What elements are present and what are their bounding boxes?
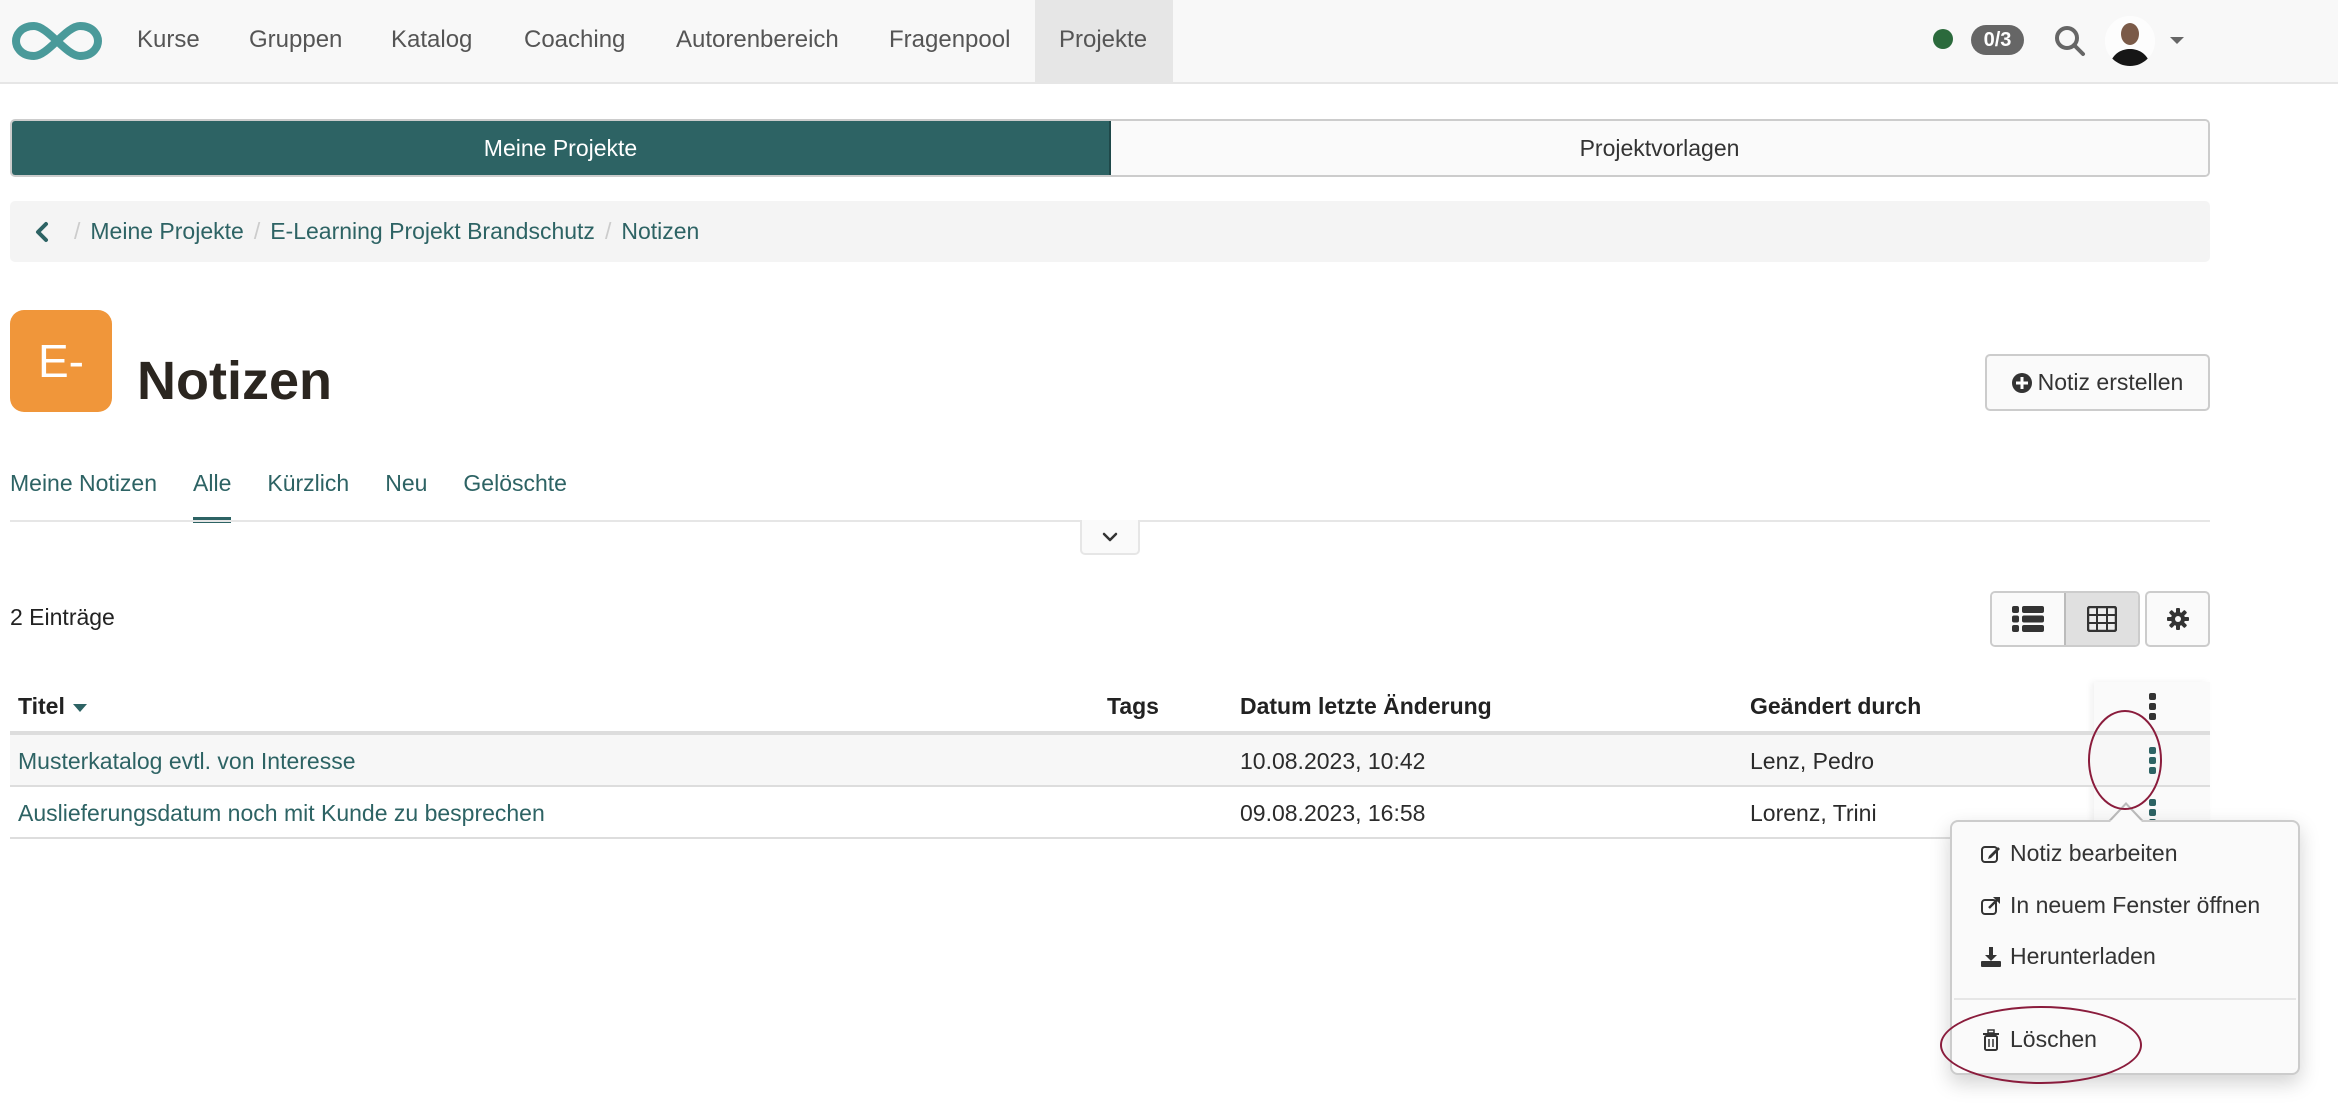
trash-icon	[1983, 1028, 1999, 1051]
sort-desc-icon	[72, 703, 87, 712]
top-navigation-bar: Kurse Gruppen Katalog Coaching Autorenbe…	[0, 0, 2338, 84]
column-header-changed-by[interactable]: Geändert durch	[1750, 682, 1921, 730]
tab-new[interactable]: Neu	[385, 470, 427, 520]
nav-coaching[interactable]: Coaching	[500, 0, 649, 84]
notes-filter-tabs: Meine Notizen Alle Kürzlich Neu Gelöscht…	[10, 470, 567, 523]
column-header-title[interactable]: Titel	[18, 682, 87, 730]
dropdown-arrow-fill	[2110, 805, 2142, 822]
menu-item-open-new-window[interactable]: In neuem Fenster öffnen	[1980, 892, 2260, 919]
note-date: 09.08.2023, 16:58	[1240, 800, 1426, 826]
menu-item-label: Herunterladen	[2010, 943, 2156, 969]
breadcrumb-separator: /	[604, 218, 612, 244]
create-note-label: Notiz erstellen	[2037, 369, 2184, 395]
nav-fragenpool[interactable]: Fragenpool	[865, 0, 1034, 84]
plus-circle-icon	[2011, 372, 2032, 393]
expand-filters-button[interactable]	[1080, 520, 1140, 555]
entry-count: 2 Einträge	[10, 604, 115, 630]
project-avatar-tile: E-	[10, 310, 112, 412]
table-row: Musterkatalog evtl. von Interesse 10.08.…	[10, 735, 2210, 787]
menu-divider	[1954, 998, 2296, 1000]
column-header-date[interactable]: Datum letzte Änderung	[1240, 682, 1492, 730]
notes-table: Titel Tags Datum letzte Änderung Geänder…	[10, 682, 2210, 839]
more-vertical-icon[interactable]	[2148, 746, 2156, 774]
note-date: 10.08.2023, 10:42	[1240, 748, 1426, 774]
avatar-image	[2105, 16, 2155, 66]
note-changed-by: Lenz, Pedro	[1750, 748, 1875, 774]
nav-autorenbereich[interactable]: Autorenbereich	[652, 0, 863, 84]
table-icon	[2087, 606, 2117, 632]
breadcrumb-project[interactable]: E-Learning Projekt Brandschutz	[270, 218, 595, 245]
tab-my-notes[interactable]: Meine Notizen	[10, 470, 157, 520]
list-view-button[interactable]	[1992, 593, 2064, 645]
table-row: Auslieferungsdatum noch mit Kunde zu bes…	[10, 787, 2210, 839]
breadcrumb-separator: /	[253, 218, 261, 244]
breadcrumb: / Meine Projekte / E-Learning Projekt Br…	[10, 201, 2210, 262]
tab-deleted[interactable]: Gelöschte	[463, 470, 567, 520]
menu-item-download[interactable]: Herunterladen	[1980, 943, 2156, 970]
list-icon	[2012, 606, 2044, 632]
user-menu-caret-icon[interactable]	[2170, 37, 2184, 44]
view-mode-toggle	[1990, 591, 2140, 647]
avatar[interactable]	[2105, 16, 2155, 66]
download-icon	[1981, 946, 2001, 967]
external-link-icon	[1981, 896, 2000, 915]
edit-icon	[1981, 845, 2000, 863]
note-changed-by: Lorenz, Trini	[1750, 800, 1877, 826]
search-icon[interactable]	[2053, 24, 2087, 58]
create-note-button[interactable]: Notiz erstellen	[1985, 354, 2210, 411]
chevron-left-icon[interactable]	[34, 221, 50, 243]
breadcrumb-my-projects[interactable]: Meine Projekte	[90, 218, 243, 245]
project-segmented-control: Meine Projekte Projektvorlagen	[10, 119, 2210, 177]
breadcrumb-separator: /	[74, 218, 81, 244]
menu-item-delete[interactable]: Löschen	[1980, 1026, 2097, 1053]
chevron-down-icon	[1102, 532, 1118, 541]
row-context-menu: Notiz bearbeiten In neuem Fenster öffnen…	[1950, 820, 2300, 1075]
menu-item-label: In neuem Fenster öffnen	[2010, 892, 2261, 918]
menu-item-edit[interactable]: Notiz bearbeiten	[1980, 840, 2178, 867]
table-view-button[interactable]	[2064, 593, 2138, 645]
online-status-dot[interactable]	[1933, 29, 1953, 49]
breadcrumb-notes[interactable]: Notizen	[621, 218, 699, 245]
segment-project-templates[interactable]: Projektvorlagen	[1111, 121, 2208, 175]
table-settings-button[interactable]	[2145, 591, 2210, 647]
nav-katalog[interactable]: Katalog	[367, 0, 496, 84]
nav-projekte[interactable]: Projekte	[1035, 0, 1173, 84]
note-title-link[interactable]: Musterkatalog evtl. von Interesse	[18, 735, 356, 787]
page-title: Notizen	[137, 351, 332, 411]
more-vertical-icon[interactable]	[2148, 693, 2156, 720]
table-header-row: Titel Tags Datum letzte Änderung Geänder…	[10, 682, 2210, 735]
note-title-link[interactable]: Auslieferungsdatum noch mit Kunde zu bes…	[18, 787, 545, 839]
menu-item-label: Notiz bearbeiten	[2010, 840, 2178, 866]
counter-badge[interactable]: 0/3	[1971, 25, 2024, 55]
menu-item-label: Löschen	[2010, 1026, 2097, 1052]
tab-recent[interactable]: Kürzlich	[267, 470, 349, 520]
infinity-logo[interactable]	[12, 18, 102, 64]
column-header-tags[interactable]: Tags	[1107, 682, 1159, 730]
column-header-actions[interactable]	[2094, 682, 2210, 731]
row-actions	[2094, 735, 2210, 785]
tab-all[interactable]: Alle	[193, 470, 232, 523]
segment-my-projects[interactable]: Meine Projekte	[12, 121, 1111, 175]
gear-icon	[2166, 608, 2189, 630]
nav-gruppen[interactable]: Gruppen	[225, 0, 366, 84]
nav-kurse[interactable]: Kurse	[113, 0, 224, 84]
